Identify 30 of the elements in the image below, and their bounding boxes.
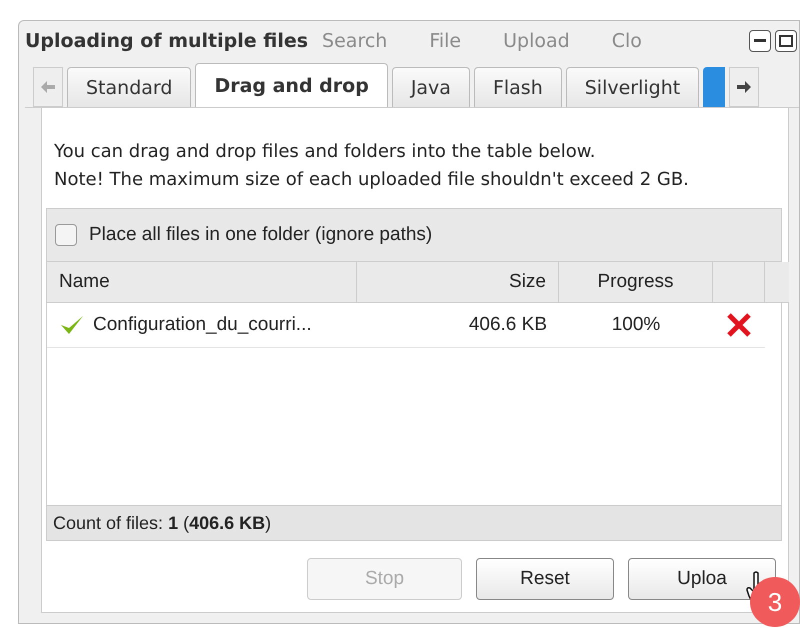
scroll-right-button[interactable] [729, 67, 760, 107]
tab[interactable]: Flash [474, 67, 562, 107]
step-badge: 3 [750, 577, 800, 627]
checkbox-label[interactable]: Place all files in one folder (ignore paths) [89, 224, 432, 246]
background-toolbar-label: Upload [503, 30, 570, 52]
background-toolbar-label: Clo [612, 30, 642, 52]
action-button[interactable]: Reset [476, 558, 614, 600]
column-header[interactable]: Size [357, 262, 559, 303]
percent-text: 100% [559, 303, 713, 348]
delete-icon[interactable] [726, 312, 752, 338]
column-header[interactable]: Name [47, 262, 357, 303]
maximize-icon [779, 35, 793, 47]
tab[interactable]: Java [392, 67, 470, 107]
file-size: 406.6 KB [357, 303, 559, 348]
maximize-button[interactable] [775, 30, 797, 52]
checkbox[interactable] [55, 224, 77, 246]
status-bar: Count of files: 1 (406.6 KB) [46, 505, 782, 541]
tab[interactable]: Silverlight [566, 67, 700, 107]
right-arrow-icon [737, 81, 752, 93]
column-header[interactable]: Progress [559, 262, 713, 303]
file-name: Configuration_du_courri... [93, 313, 312, 337]
tab[interactable]: Standard [67, 67, 192, 107]
window-title: Uploading of multiple files [25, 30, 308, 52]
background-toolbar-label: File [429, 30, 462, 52]
minimize-icon [754, 39, 766, 43]
left-arrow-icon [41, 81, 55, 93]
tab[interactable]: Drag and drop [195, 63, 388, 107]
minimize-button[interactable] [749, 30, 771, 52]
background-toolbar-label: Search [322, 30, 388, 52]
info-text: You can drag and drop files and folders into the table below. Note! The maximum size of each uploaded file shouldn't exceed 2 GB. [53, 140, 690, 192]
